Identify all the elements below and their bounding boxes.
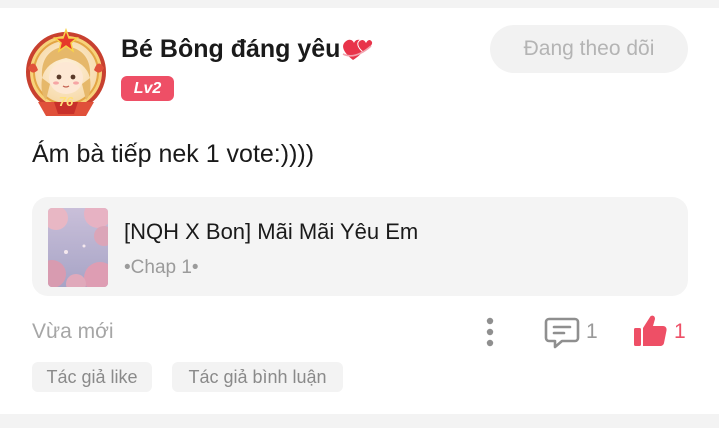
timestamp: Vừa mới: [32, 320, 114, 343]
avatar[interactable]: 76: [24, 27, 108, 118]
story-cover-image: [48, 208, 108, 287]
like-count: 1: [674, 320, 686, 343]
bottom-divider: [0, 414, 719, 428]
story-chapter: •Chap 1•: [124, 257, 199, 278]
two-hearts-icon: [341, 34, 375, 64]
level-badge: Lv2: [121, 76, 174, 101]
more-vertical-icon[interactable]: [476, 316, 504, 348]
username[interactable]: Bé Bông đáng yêu: [121, 34, 375, 64]
story-card[interactable]: [NQH X Bon] Mãi Mãi Yêu Em •Chap 1•: [32, 197, 688, 296]
comment-icon[interactable]: [544, 315, 580, 349]
comment-text: Ám bà tiếp nek 1 vote:)))): [32, 140, 315, 168]
tag-author-commented: Tác giả bình luận: [172, 362, 343, 392]
tag-author-liked: Tác giả like: [32, 362, 152, 392]
top-divider: [0, 0, 719, 8]
story-title: [NQH X Bon] Mãi Mãi Yêu Em: [124, 219, 419, 244]
avatar-frame-number: 76: [58, 94, 74, 109]
reply-count: 1: [586, 320, 598, 343]
following-button[interactable]: Đang theo dõi: [490, 25, 688, 73]
thumbs-up-icon[interactable]: [632, 313, 668, 349]
username-text: Bé Bông đáng yêu: [121, 34, 341, 63]
